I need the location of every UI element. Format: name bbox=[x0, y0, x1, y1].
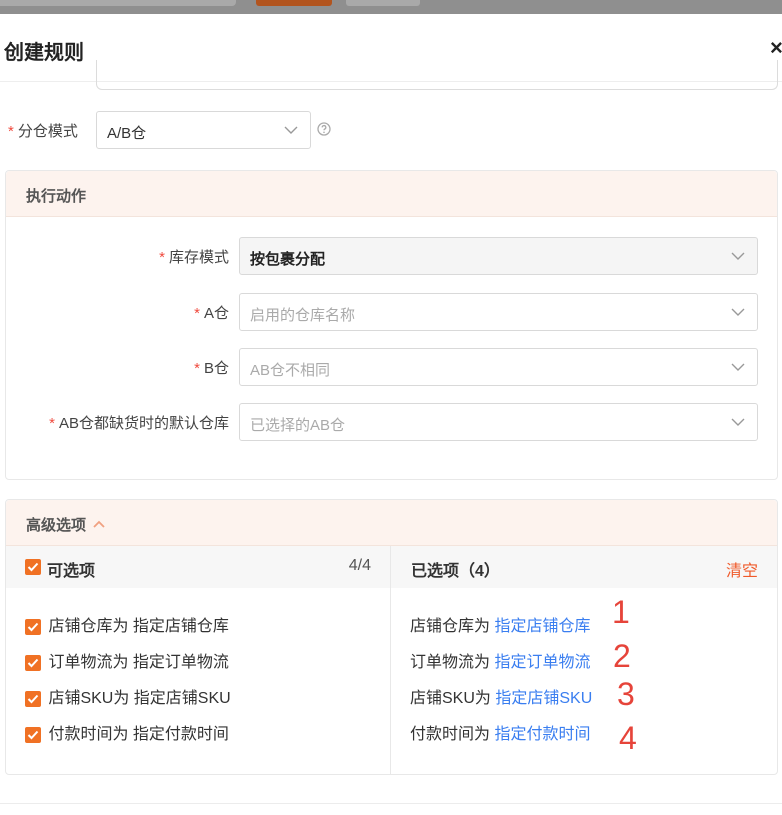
annotation-number: 1 bbox=[612, 594, 630, 630]
previous-field-bottom[interactable] bbox=[96, 60, 778, 90]
selected-options-header: 已选项（4） 清空 bbox=[391, 546, 777, 588]
selected-item-link[interactable]: 指定店铺仓库 bbox=[494, 618, 590, 635]
chevron-down-icon bbox=[731, 308, 745, 316]
option-checkbox[interactable] bbox=[25, 618, 41, 635]
option-item[interactable]: 店铺SKU为 指定店铺SKU bbox=[25, 684, 231, 708]
option-item[interactable]: 订单物流为 指定订单物流 bbox=[25, 648, 229, 672]
available-options-header: 可选项 4/4 bbox=[6, 546, 390, 588]
selected-item: 店铺SKU为 指定店铺SKU bbox=[410, 684, 592, 708]
selected-item-link[interactable]: 指定订单物流 bbox=[494, 654, 590, 671]
background-button bbox=[346, 0, 420, 6]
chevron-down-icon bbox=[731, 418, 745, 426]
available-options-column: 可选项 4/4 店铺仓库为 指定店铺仓库 订单物流为 指定订单物流 店铺SKU为… bbox=[6, 546, 391, 774]
option-item[interactable]: 店铺仓库为 指定店铺仓库 bbox=[25, 612, 229, 636]
available-options-count: 4/4 bbox=[348, 557, 371, 574]
inventory-mode-select[interactable]: 按包裹分配 bbox=[239, 237, 758, 275]
warehouse-a-placeholder: 启用的仓库名称 bbox=[250, 307, 356, 324]
action-panel: 执行动作 * 库存模式 按包裹分配 * A仓 启用的仓库名称 * B仓 AB仓不相同 … bbox=[5, 170, 778, 480]
option-item[interactable]: 付款时间为 指定付款时间 bbox=[25, 720, 229, 744]
selected-item-prefix: 付款时间为 bbox=[410, 726, 491, 743]
selected-item-prefix: 订单物流为 bbox=[410, 654, 491, 671]
close-icon[interactable]: × bbox=[770, 36, 782, 60]
available-options-title: 可选项 bbox=[47, 563, 96, 580]
check-icon bbox=[27, 562, 39, 572]
option-checkbox[interactable] bbox=[25, 654, 41, 671]
split-mode-value: A/B仓 bbox=[107, 125, 147, 142]
action-panel-title: 执行动作 bbox=[26, 188, 87, 205]
dialog-title: 创建规则 bbox=[4, 42, 84, 64]
select-all-checkbox[interactable] bbox=[25, 559, 41, 575]
option-checkbox[interactable] bbox=[25, 690, 41, 707]
warehouse-b-placeholder: AB仓不相同 bbox=[250, 362, 331, 379]
advanced-panel: 高级选项 可选项 4/4 店铺仓库为 指定店铺仓库 订单物流为 指定订单物流 店… bbox=[5, 499, 778, 775]
inventory-mode-value: 按包裹分配 bbox=[250, 251, 326, 268]
warehouse-b-label: * B仓 bbox=[194, 360, 229, 377]
selected-item-prefix: 店铺SKU为 bbox=[410, 690, 491, 707]
check-icon bbox=[27, 694, 39, 704]
option-label: 付款时间为 指定付款时间 bbox=[48, 726, 229, 743]
split-mode-select[interactable]: A/B仓 bbox=[96, 111, 311, 149]
warehouse-a-label: * A仓 bbox=[194, 305, 229, 322]
default-warehouse-placeholder: 已选择的AB仓 bbox=[250, 417, 346, 434]
annotation-number: 4 bbox=[619, 720, 637, 756]
clear-button[interactable]: 清空 bbox=[726, 557, 758, 581]
selected-item: 订单物流为 指定订单物流 bbox=[410, 648, 590, 672]
annotation-number: 2 bbox=[613, 638, 631, 674]
footer-divider bbox=[0, 803, 782, 804]
split-mode-label: * 分仓模式 bbox=[8, 123, 78, 140]
default-warehouse-select[interactable]: 已选择的AB仓 bbox=[239, 403, 758, 441]
check-icon bbox=[27, 730, 39, 740]
selected-options-column: 已选项（4） 清空 店铺仓库为 指定店铺仓库 订单物流为 指定订单物流 店铺SK… bbox=[391, 546, 777, 774]
check-icon bbox=[27, 622, 39, 632]
background-input bbox=[0, 0, 236, 6]
chevron-down-icon bbox=[731, 363, 745, 371]
annotation-number: 3 bbox=[617, 676, 635, 712]
chevron-up-icon[interactable] bbox=[93, 520, 105, 529]
action-panel-header: 执行动作 bbox=[6, 171, 777, 217]
selected-item-prefix: 店铺仓库为 bbox=[410, 618, 491, 635]
inventory-mode-label: * 库存模式 bbox=[159, 249, 229, 266]
background-page-strip bbox=[0, 0, 782, 14]
warehouse-a-select[interactable]: 启用的仓库名称 bbox=[239, 293, 758, 331]
option-label: 订单物流为 指定订单物流 bbox=[48, 654, 229, 671]
check-icon bbox=[27, 658, 39, 668]
warehouse-b-select[interactable]: AB仓不相同 bbox=[239, 348, 758, 386]
selected-item: 付款时间为 指定付款时间 bbox=[410, 720, 590, 744]
chevron-down-icon bbox=[731, 252, 745, 260]
default-warehouse-label: * AB仓都缺货时的默认仓库 bbox=[49, 415, 229, 432]
chevron-down-icon bbox=[284, 126, 298, 134]
option-label: 店铺仓库为 指定店铺仓库 bbox=[48, 618, 229, 635]
selected-options-title: 已选项（4） bbox=[411, 563, 500, 580]
selected-item-link[interactable]: 指定付款时间 bbox=[494, 726, 590, 743]
background-primary-button bbox=[256, 0, 332, 6]
advanced-panel-header[interactable]: 高级选项 bbox=[6, 500, 777, 546]
option-label: 店铺SKU为 指定店铺SKU bbox=[48, 690, 231, 707]
advanced-panel-title: 高级选项 bbox=[26, 514, 105, 535]
help-icon[interactable] bbox=[317, 122, 331, 136]
selected-item-link[interactable]: 指定店铺SKU bbox=[495, 690, 592, 707]
option-checkbox[interactable] bbox=[25, 726, 41, 743]
selected-item: 店铺仓库为 指定店铺仓库 bbox=[410, 612, 590, 636]
